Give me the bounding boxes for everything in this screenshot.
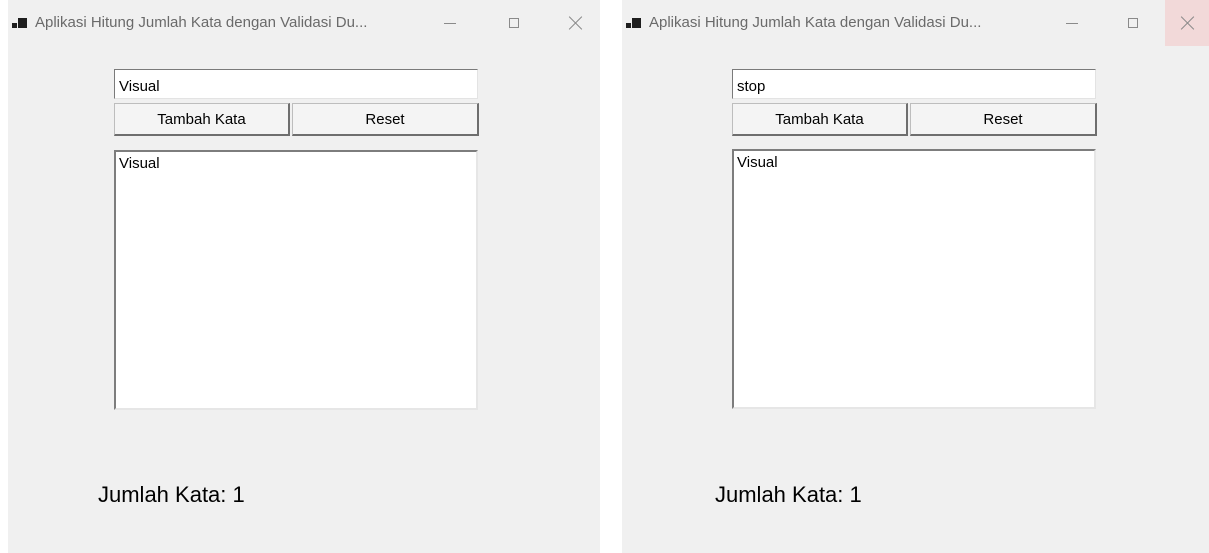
window-title: Aplikasi Hitung Jumlah Kata dengan Valid… bbox=[649, 14, 982, 31]
minimize-button[interactable] bbox=[1049, 0, 1095, 46]
list-item[interactable]: Visual bbox=[119, 155, 473, 173]
close-button[interactable] bbox=[1165, 0, 1209, 46]
maximize-icon bbox=[509, 18, 519, 28]
close-icon bbox=[1180, 15, 1196, 31]
app-window-left: Aplikasi Hitung Jumlah Kata dengan Valid… bbox=[8, 0, 600, 553]
reset-button[interactable]: Reset bbox=[910, 103, 1097, 136]
minimize-button[interactable] bbox=[427, 0, 473, 46]
add-word-button[interactable]: Tambah Kata bbox=[732, 103, 908, 136]
reset-button[interactable]: Reset bbox=[292, 103, 479, 136]
add-word-button[interactable]: Tambah Kata bbox=[114, 103, 290, 136]
word-input[interactable] bbox=[732, 69, 1096, 99]
app-window-right: Aplikasi Hitung Jumlah Kata dengan Valid… bbox=[622, 0, 1209, 553]
maximize-button[interactable] bbox=[1110, 0, 1156, 46]
word-listbox[interactable]: Visual bbox=[732, 149, 1096, 409]
close-icon bbox=[568, 15, 584, 31]
maximize-button[interactable] bbox=[491, 0, 537, 46]
word-count-label: Jumlah Kata: 1 bbox=[715, 482, 862, 507]
app-window-icon bbox=[12, 16, 28, 32]
word-input[interactable] bbox=[114, 69, 478, 99]
word-count-label: Jumlah Kata: 1 bbox=[98, 482, 245, 507]
minimize-icon bbox=[1066, 22, 1078, 24]
word-listbox[interactable]: Visual bbox=[114, 150, 478, 410]
maximize-icon bbox=[1128, 18, 1138, 28]
title-bar[interactable]: Aplikasi Hitung Jumlah Kata dengan Valid… bbox=[8, 0, 600, 46]
close-button[interactable] bbox=[553, 0, 599, 46]
list-item[interactable]: Visual bbox=[737, 154, 1091, 172]
minimize-icon bbox=[444, 22, 456, 24]
app-window-icon bbox=[626, 16, 642, 32]
window-title: Aplikasi Hitung Jumlah Kata dengan Valid… bbox=[35, 14, 368, 31]
title-bar[interactable]: Aplikasi Hitung Jumlah Kata dengan Valid… bbox=[622, 0, 1209, 46]
